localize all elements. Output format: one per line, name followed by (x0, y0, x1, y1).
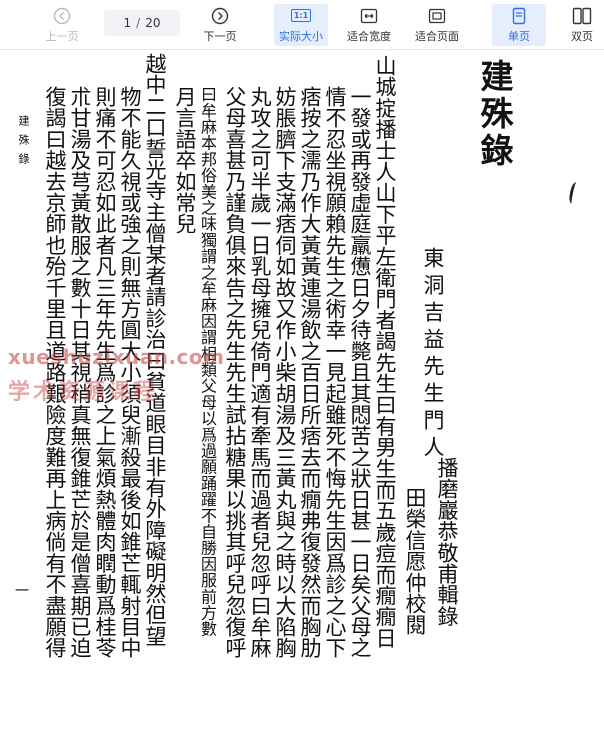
watermark-url: xueshuzixuan.com (8, 345, 225, 369)
double-page-icon (572, 7, 592, 25)
current-page: 1 (123, 16, 132, 30)
fit-page-label: 适合页面 (415, 29, 459, 43)
recorder-line: 播磨巖恭敬甫輯錄 (435, 457, 459, 627)
prev-page-label: 上一页 (45, 29, 79, 43)
body-column: 父母喜甚乃謹負俱來告之先生先生試拈糖果以挑其呼兒忽復呼 (223, 86, 247, 659)
page-separator: / (136, 16, 141, 30)
actual-size-button[interactable]: 1:1 实际大小 (274, 4, 328, 46)
fit-page-icon (428, 7, 446, 25)
margin-book-title: 建殊錄 (17, 115, 30, 172)
fit-width-icon (360, 7, 378, 25)
page-number: 一 (13, 583, 29, 598)
watermark-text: 学术资源课程 (8, 380, 159, 405)
single-page-icon (512, 7, 526, 25)
double-page-label: 双页 (571, 29, 593, 43)
author-line: 東洞吉益先生門人 (421, 247, 445, 463)
editor-line: 田榮信愿仲校閱 (403, 487, 427, 636)
fit-page-button[interactable]: 适合页面 (410, 4, 464, 46)
body-column: 物不能久視或強之則無方圓大小須臾漸殺最後如錐芒輒射目中 (118, 86, 142, 659)
next-page-button[interactable]: 下一页 (198, 4, 242, 46)
chevron-right-circle-icon (211, 7, 229, 25)
single-page-button[interactable]: 单页 (492, 4, 546, 46)
document-page[interactable]: 建殊錄 東洞吉益先生門人 播磨巖恭敬甫輯錄 田榮信愿仲校閱 山城掟播士人山下平左… (0, 51, 604, 750)
body-column: 一發或再發虛庭羸憊日夕待斃且其悶苦之狀日甚一日矣父母之 (348, 86, 372, 659)
body-column: 朮甘湯及芎黃散服之數十日其視稍真無復錐芒於是僧喜期已迫 (68, 86, 92, 659)
body-column: 復謁曰越去京師也殆千里且道路艱險度難再上病倘有不盡願得 (43, 86, 67, 659)
actual-size-label: 实际大小 (279, 29, 323, 43)
body-column: 痞按之濡乃作大黃黃連湯飲之百日所痞去而癇弗復發然而胸肋 (298, 86, 322, 659)
body-column: 月言語卒如常兒 (173, 86, 197, 235)
next-page-label: 下一页 (203, 29, 237, 43)
single-page-label: 单页 (508, 29, 530, 43)
body-column: 則痛不可忍如此者凡三年先生爲診之上氣煩熱體肉瞤動爲桂苓 (93, 86, 117, 659)
chevron-left-circle-icon (53, 7, 71, 25)
body-column: 情不忍坐視願賴先生之術幸一見起雖死不悔先生因爲診之心下 (323, 86, 347, 659)
prev-page-button[interactable]: 上一页 (40, 4, 84, 46)
body-column: 丸攻之可半歲一日乳母擁兒倚門適有牽馬而過者兒忽呼曰牟麻 (248, 86, 272, 659)
fit-width-button[interactable]: 适合宽度 (342, 4, 396, 46)
double-page-button[interactable]: 双页 (560, 4, 604, 46)
pdf-toolbar: 上一页 1 / 20 下一页 1:1 实际大小 适合宽度 适合页面 单页 双页 (0, 0, 604, 50)
ink-mark (567, 181, 581, 205)
actual-size-icon: 1:1 (290, 7, 312, 25)
page-number-input[interactable]: 1 / 20 (104, 10, 180, 36)
body-column: 山城掟播士人山下平左衛門者謁先生曰有男生而五歲痘而癇癇日 (373, 55, 397, 649)
total-pages: 20 (145, 16, 161, 30)
fit-width-label: 适合宽度 (347, 29, 391, 43)
document-title: 建殊錄 (475, 59, 514, 170)
body-column: 妨脹臍下支滿痞伺如故又作小柴胡湯及三黃丸與之時以大陷胸 (273, 86, 297, 659)
